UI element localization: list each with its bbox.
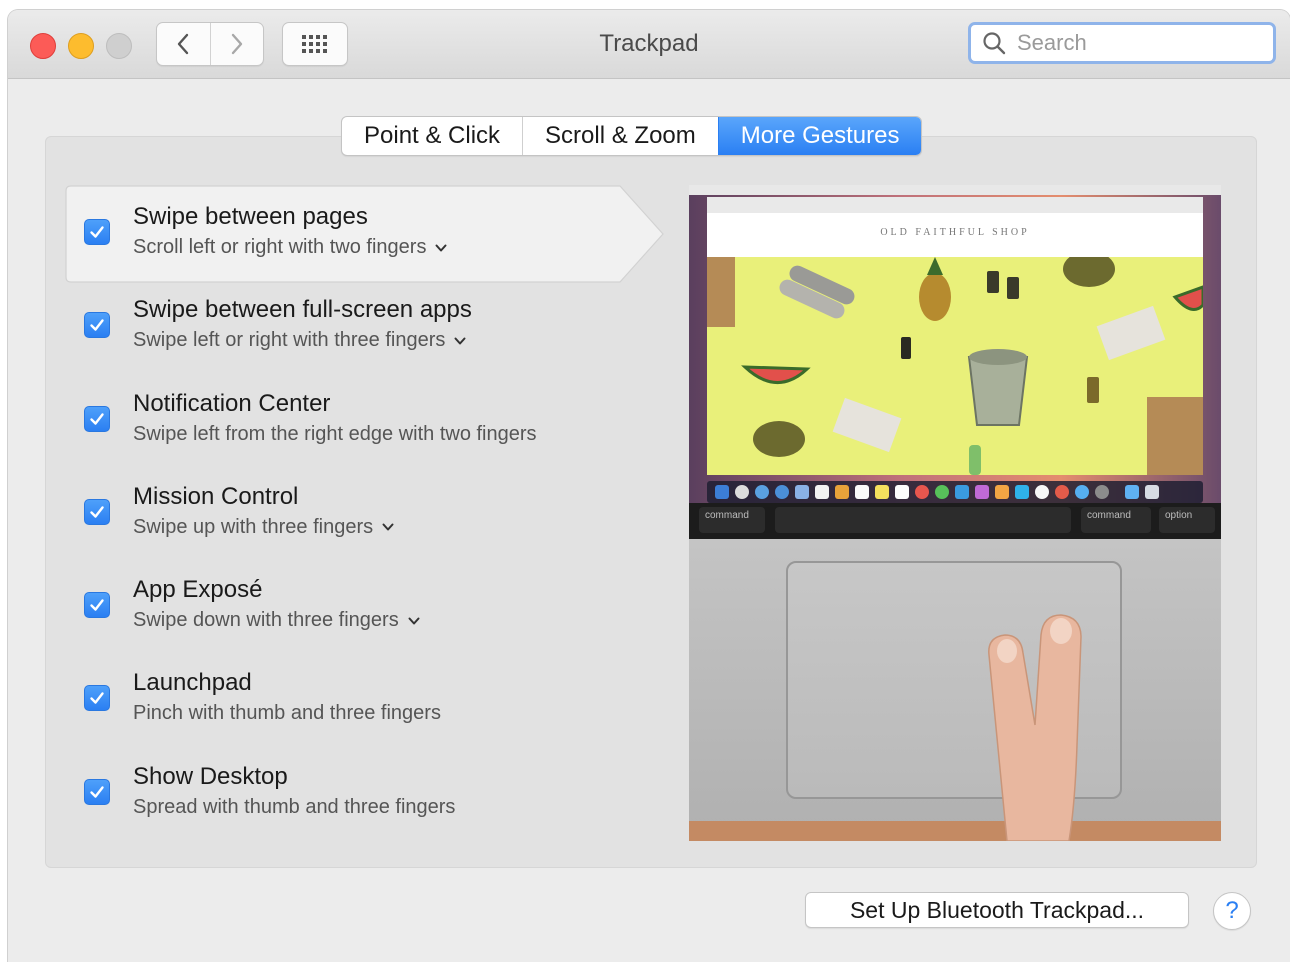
checkbox-swipe-between-pages[interactable] bbox=[84, 219, 110, 245]
tab-more-gestures[interactable]: More Gestures bbox=[717, 117, 922, 155]
tab-bar: Point & Click Scroll & Zoom More Gesture… bbox=[341, 116, 923, 156]
checkbox-show-desktop[interactable] bbox=[84, 778, 110, 805]
gesture-option[interactable]: Scroll left or right with two fingers bbox=[133, 236, 448, 259]
gesture-option[interactable]: Swipe left or right with three fingers bbox=[133, 329, 467, 352]
gesture-preview-video: OLD FAITHFUL SHOP command command option bbox=[689, 185, 1221, 841]
gesture-title: Launchpad bbox=[133, 669, 252, 697]
gesture-list: Swipe between pages Scroll left or right… bbox=[46, 185, 686, 838]
checkbox-swipe-between-full-screen-apps[interactable] bbox=[84, 312, 110, 339]
search-input[interactable] bbox=[1015, 29, 1259, 57]
gesture-subtitle: Swipe down with three fingers bbox=[133, 609, 399, 632]
gesture-subtitle: Swipe left or right with three fingers bbox=[133, 329, 446, 352]
gesture-launchpad[interactable]: Launchpad Pinch with thumb and three fin… bbox=[46, 651, 686, 744]
trackpad-preferences-window: Trackpad Point & Click Scroll & Zoom Mor… bbox=[8, 10, 1290, 962]
tab-scroll-and-zoom[interactable]: Scroll & Zoom bbox=[522, 117, 718, 155]
gesture-subtitle: Swipe up with three fingers bbox=[133, 515, 374, 538]
chevron-down-icon[interactable] bbox=[381, 520, 395, 534]
gesture-swipe-between-pages[interactable]: Swipe between pages Scroll left or right… bbox=[46, 185, 686, 278]
checkmark-icon bbox=[90, 226, 104, 238]
checkmark-icon bbox=[90, 692, 104, 705]
chevron-down-icon[interactable] bbox=[407, 614, 421, 628]
gesture-subtitle: Pinch with thumb and three fingers bbox=[133, 702, 441, 725]
checkbox-mission-control[interactable] bbox=[84, 498, 110, 525]
gesture-option: Pinch with thumb and three fingers bbox=[133, 702, 441, 725]
search-icon bbox=[983, 32, 1006, 55]
gesture-notification-center[interactable]: Notification Center Swipe left from the … bbox=[46, 372, 686, 465]
help-button[interactable]: ? bbox=[1213, 892, 1251, 930]
gesture-mission-control[interactable]: Mission Control Swipe up with three fing… bbox=[46, 465, 686, 558]
chevron-down-icon[interactable] bbox=[453, 334, 467, 348]
toolbar: Trackpad bbox=[8, 10, 1290, 79]
gesture-swipe-between-full-screen-apps[interactable]: Swipe between full-screen apps Swipe lef… bbox=[46, 278, 686, 371]
gesture-title: Swipe between full-screen apps bbox=[133, 296, 472, 324]
gesture-title: App Exposé bbox=[133, 576, 263, 604]
content-panel: Swipe between pages Scroll left or right… bbox=[45, 136, 1257, 868]
checkbox-launchpad[interactable] bbox=[84, 685, 110, 712]
gesture-option: Spread with thumb and three fingers bbox=[133, 796, 455, 819]
gesture-title: Swipe between pages bbox=[133, 203, 368, 230]
gesture-title: Notification Center bbox=[133, 389, 331, 417]
gesture-show-desktop[interactable]: Show Desktop Spread with thumb and three… bbox=[46, 745, 686, 838]
checkmark-icon bbox=[90, 599, 104, 611]
hand-fingers-illustration bbox=[988, 614, 1082, 841]
checkmark-icon bbox=[90, 506, 104, 518]
gesture-subtitle: Spread with thumb and three fingers bbox=[133, 795, 456, 818]
chevron-down-icon[interactable] bbox=[434, 241, 448, 255]
gesture-subtitle: Scroll left or right with two fingers bbox=[133, 236, 427, 258]
checkbox-notification-center[interactable] bbox=[84, 405, 110, 432]
checkmark-icon bbox=[90, 412, 104, 425]
gesture-subtitle: Swipe left from the right edge with two … bbox=[133, 422, 537, 445]
gesture-title: Show Desktop bbox=[133, 762, 288, 790]
gesture-app-expose[interactable]: App Exposé Swipe down with three fingers bbox=[46, 558, 686, 651]
gesture-option[interactable]: Swipe down with three fingers bbox=[133, 609, 421, 632]
search-field[interactable] bbox=[968, 22, 1276, 64]
checkbox-app-expose[interactable] bbox=[84, 592, 110, 619]
gesture-option[interactable]: Swipe up with three fingers bbox=[133, 516, 395, 539]
gesture-title: Mission Control bbox=[133, 482, 299, 510]
checkmark-icon bbox=[90, 786, 104, 798]
tab-point-and-click[interactable]: Point & Click bbox=[342, 117, 522, 155]
gesture-option: Swipe left from the right edge with two … bbox=[133, 423, 537, 446]
set-up-bluetooth-trackpad-button[interactable]: Set Up Bluetooth Trackpad... bbox=[805, 892, 1189, 928]
checkmark-icon bbox=[90, 319, 104, 331]
